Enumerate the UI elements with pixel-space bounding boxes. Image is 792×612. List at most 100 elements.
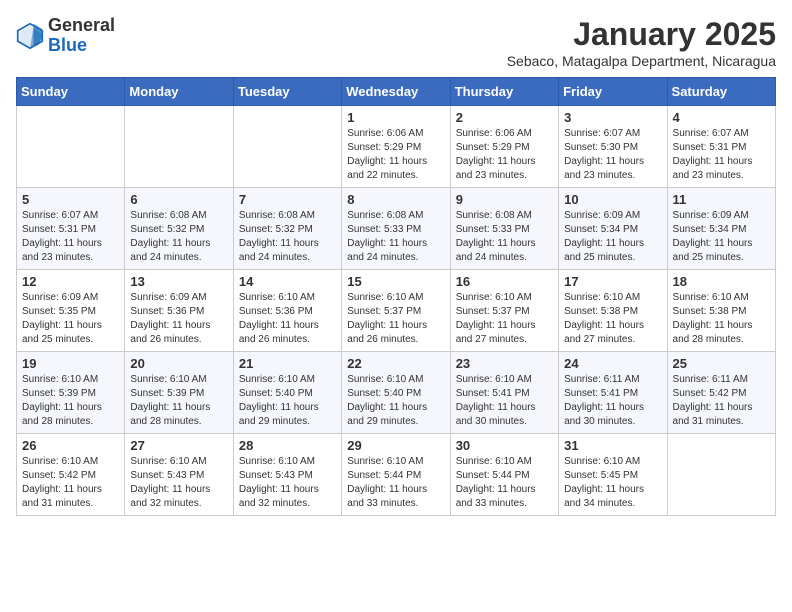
calendar-header-wednesday: Wednesday bbox=[342, 78, 450, 106]
day-number: 26 bbox=[22, 438, 119, 453]
logo-icon bbox=[16, 22, 44, 50]
day-number: 27 bbox=[130, 438, 227, 453]
day-number: 23 bbox=[456, 356, 553, 371]
day-number: 4 bbox=[673, 110, 770, 125]
calendar-header-monday: Monday bbox=[125, 78, 233, 106]
day-number: 6 bbox=[130, 192, 227, 207]
calendar-cell: 31 Sunrise: 6:10 AM Sunset: 5:45 PM Dayli… bbox=[559, 434, 667, 516]
day-info: Sunrise: 6:06 AM Sunset: 5:29 PM Dayligh… bbox=[456, 127, 553, 183]
day-info: Sunrise: 6:11 AM Sunset: 5:41 PM Dayligh… bbox=[564, 373, 661, 429]
calendar-cell bbox=[125, 106, 233, 188]
calendar-cell: 24Sunrise: 6:11 AM Sunset: 5:41 PM Dayli… bbox=[559, 352, 667, 434]
day-number: 17 bbox=[564, 274, 661, 289]
calendar-cell: 4Sunrise: 6:07 AM Sunset: 5:31 PM Daylig… bbox=[667, 106, 775, 188]
day-info: Sunrise: 6:10 AM Sunset: 5:43 PM Dayligh… bbox=[239, 455, 336, 511]
calendar-cell: 22 Sunrise: 6:10 AM Sunset: 5:40 PM Dayli… bbox=[342, 352, 450, 434]
day-number: 31 bbox=[564, 438, 661, 453]
day-number: 13 bbox=[130, 274, 227, 289]
day-info: Sunrise: 6:10 AM Sunset: 5:44 PM Dayligh… bbox=[347, 455, 444, 511]
day-info: Sunrise: 6:11 AM Sunset: 5:42 PM Dayligh… bbox=[673, 373, 770, 429]
calendar-cell: 3 Sunrise: 6:07 AM Sunset: 5:30 PM Daylig… bbox=[559, 106, 667, 188]
calendar-cell bbox=[233, 106, 341, 188]
day-info: Sunrise: 6:10 AM Sunset: 5:38 PM Dayligh… bbox=[564, 291, 661, 347]
calendar-cell: 10 Sunrise: 6:09 AM Sunset: 5:34 PM Dayli… bbox=[559, 188, 667, 270]
day-number: 2 bbox=[456, 110, 553, 125]
calendar-week-row: 26 Sunrise: 6:10 AM Sunset: 5:42 PM Dayli… bbox=[17, 434, 776, 516]
day-number: 16 bbox=[456, 274, 553, 289]
day-number: 7 bbox=[239, 192, 336, 207]
day-number: 20 bbox=[130, 356, 227, 371]
calendar-cell: 1 Sunrise: 6:06 AM Sunset: 5:29 PM Daylig… bbox=[342, 106, 450, 188]
logo-blue-text: Blue bbox=[48, 35, 87, 55]
day-info: Sunrise: 6:09 AM Sunset: 5:34 PM Dayligh… bbox=[564, 209, 661, 265]
month-title: January 2025 bbox=[507, 16, 776, 53]
title-block: January 2025 Sebaco, Matagalpa Departmen… bbox=[507, 16, 776, 69]
day-info: Sunrise: 6:10 AM Sunset: 5:43 PM Dayligh… bbox=[130, 455, 227, 511]
calendar-header-thursday: Thursday bbox=[450, 78, 558, 106]
calendar-header-sunday: Sunday bbox=[17, 78, 125, 106]
calendar-cell bbox=[17, 106, 125, 188]
day-number: 10 bbox=[564, 192, 661, 207]
day-info: Sunrise: 6:10 AM Sunset: 5:40 PM Dayligh… bbox=[239, 373, 336, 429]
calendar-table: SundayMondayTuesdayWednesdayThursdayFrid… bbox=[16, 77, 776, 516]
day-info: Sunrise: 6:09 AM Sunset: 5:34 PM Dayligh… bbox=[673, 209, 770, 265]
day-info: Sunrise: 6:10 AM Sunset: 5:37 PM Dayligh… bbox=[456, 291, 553, 347]
calendar-cell: 6Sunrise: 6:08 AM Sunset: 5:32 PM Daylig… bbox=[125, 188, 233, 270]
calendar-week-row: 5 Sunrise: 6:07 AM Sunset: 5:31 PM Daylig… bbox=[17, 188, 776, 270]
day-info: Sunrise: 6:10 AM Sunset: 5:45 PM Dayligh… bbox=[564, 455, 661, 511]
day-info: Sunrise: 6:10 AM Sunset: 5:40 PM Dayligh… bbox=[347, 373, 444, 429]
day-info: Sunrise: 6:09 AM Sunset: 5:35 PM Dayligh… bbox=[22, 291, 119, 347]
day-info: Sunrise: 6:08 AM Sunset: 5:32 PM Dayligh… bbox=[239, 209, 336, 265]
calendar-cell: 17 Sunrise: 6:10 AM Sunset: 5:38 PM Dayli… bbox=[559, 270, 667, 352]
logo: General Blue bbox=[16, 16, 115, 56]
calendar-header-friday: Friday bbox=[559, 78, 667, 106]
day-info: Sunrise: 6:07 AM Sunset: 5:30 PM Dayligh… bbox=[564, 127, 661, 183]
day-info: Sunrise: 6:10 AM Sunset: 5:36 PM Dayligh… bbox=[239, 291, 336, 347]
calendar-cell: 18Sunrise: 6:10 AM Sunset: 5:38 PM Dayli… bbox=[667, 270, 775, 352]
day-number: 3 bbox=[564, 110, 661, 125]
calendar-cell: 19Sunrise: 6:10 AM Sunset: 5:39 PM Dayli… bbox=[17, 352, 125, 434]
day-info: Sunrise: 6:10 AM Sunset: 5:39 PM Dayligh… bbox=[22, 373, 119, 429]
day-info: Sunrise: 6:10 AM Sunset: 5:37 PM Dayligh… bbox=[347, 291, 444, 347]
day-number: 15 bbox=[347, 274, 444, 289]
calendar-cell: 9Sunrise: 6:08 AM Sunset: 5:33 PM Daylig… bbox=[450, 188, 558, 270]
page-header: General Blue January 2025 Sebaco, Mataga… bbox=[16, 16, 776, 69]
calendar-cell: 29 Sunrise: 6:10 AM Sunset: 5:44 PM Dayli… bbox=[342, 434, 450, 516]
calendar-header-tuesday: Tuesday bbox=[233, 78, 341, 106]
day-info: Sunrise: 6:08 AM Sunset: 5:33 PM Dayligh… bbox=[456, 209, 553, 265]
calendar-cell: 13Sunrise: 6:09 AM Sunset: 5:36 PM Dayli… bbox=[125, 270, 233, 352]
day-number: 14 bbox=[239, 274, 336, 289]
calendar-cell: 28 Sunrise: 6:10 AM Sunset: 5:43 PM Dayli… bbox=[233, 434, 341, 516]
calendar-cell: 8Sunrise: 6:08 AM Sunset: 5:33 PM Daylig… bbox=[342, 188, 450, 270]
calendar-cell bbox=[667, 434, 775, 516]
logo-text: General Blue bbox=[48, 16, 115, 56]
calendar-week-row: 1 Sunrise: 6:06 AM Sunset: 5:29 PM Daylig… bbox=[17, 106, 776, 188]
day-number: 21 bbox=[239, 356, 336, 371]
day-number: 28 bbox=[239, 438, 336, 453]
day-number: 22 bbox=[347, 356, 444, 371]
day-info: Sunrise: 6:06 AM Sunset: 5:29 PM Dayligh… bbox=[347, 127, 444, 183]
day-number: 5 bbox=[22, 192, 119, 207]
day-info: Sunrise: 6:10 AM Sunset: 5:39 PM Dayligh… bbox=[130, 373, 227, 429]
day-number: 30 bbox=[456, 438, 553, 453]
calendar-header-row: SundayMondayTuesdayWednesdayThursdayFrid… bbox=[17, 78, 776, 106]
day-number: 1 bbox=[347, 110, 444, 125]
day-info: Sunrise: 6:07 AM Sunset: 5:31 PM Dayligh… bbox=[22, 209, 119, 265]
day-number: 12 bbox=[22, 274, 119, 289]
location-subtitle: Sebaco, Matagalpa Department, Nicaragua bbox=[507, 53, 776, 69]
calendar-cell: 21 Sunrise: 6:10 AM Sunset: 5:40 PM Dayli… bbox=[233, 352, 341, 434]
calendar-cell: 5 Sunrise: 6:07 AM Sunset: 5:31 PM Daylig… bbox=[17, 188, 125, 270]
day-info: Sunrise: 6:10 AM Sunset: 5:42 PM Dayligh… bbox=[22, 455, 119, 511]
calendar-cell: 25Sunrise: 6:11 AM Sunset: 5:42 PM Dayli… bbox=[667, 352, 775, 434]
calendar-cell: 2 Sunrise: 6:06 AM Sunset: 5:29 PM Daylig… bbox=[450, 106, 558, 188]
calendar-cell: 11Sunrise: 6:09 AM Sunset: 5:34 PM Dayli… bbox=[667, 188, 775, 270]
calendar-cell: 7 Sunrise: 6:08 AM Sunset: 5:32 PM Daylig… bbox=[233, 188, 341, 270]
logo-general: General bbox=[48, 15, 115, 35]
day-number: 29 bbox=[347, 438, 444, 453]
calendar-cell: 14 Sunrise: 6:10 AM Sunset: 5:36 PM Dayli… bbox=[233, 270, 341, 352]
calendar-cell: 16 Sunrise: 6:10 AM Sunset: 5:37 PM Dayli… bbox=[450, 270, 558, 352]
day-info: Sunrise: 6:08 AM Sunset: 5:33 PM Dayligh… bbox=[347, 209, 444, 265]
day-info: Sunrise: 6:10 AM Sunset: 5:44 PM Dayligh… bbox=[456, 455, 553, 511]
calendar-week-row: 12 Sunrise: 6:09 AM Sunset: 5:35 PM Dayli… bbox=[17, 270, 776, 352]
day-info: Sunrise: 6:10 AM Sunset: 5:38 PM Dayligh… bbox=[673, 291, 770, 347]
